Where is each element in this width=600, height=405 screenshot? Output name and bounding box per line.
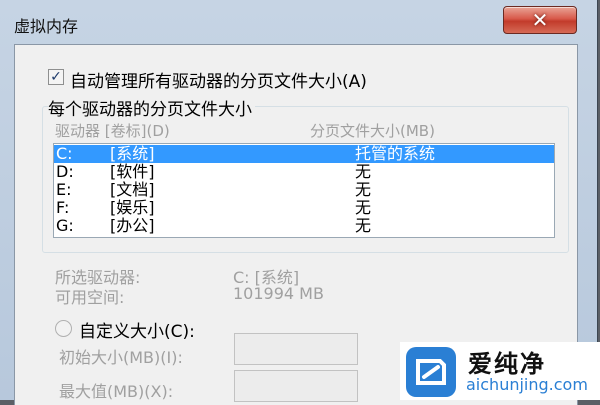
dialog-title: 虚拟内存	[14, 17, 79, 36]
drive-size: 无	[355, 198, 372, 217]
drive-label: [娱乐]	[110, 198, 155, 217]
max-size-input[interactable]	[234, 370, 358, 402]
drive-row-g[interactable]: G: [办公] 无	[54, 217, 554, 235]
drive-label: [文档]	[110, 180, 155, 199]
drive-letter: D:	[56, 162, 74, 181]
column-header-drive: 驱动器 [卷标](D)	[55, 122, 170, 140]
drive-label: [软件]	[110, 162, 155, 181]
drive-row-d[interactable]: D: [软件] 无	[54, 163, 554, 181]
close-icon: ✕	[531, 8, 549, 32]
drive-size: 无	[355, 216, 372, 235]
drive-list[interactable]: C: [系统] 托管的系统 D: [软件] 无 E: [文档] 无 F: [娱乐…	[53, 143, 555, 238]
column-header-size: 分页文件大小(MB)	[310, 122, 435, 140]
close-button[interactable]: ✕	[503, 6, 577, 34]
free-space-value: 101994 MB	[233, 284, 324, 303]
watermark-title: 爱纯净	[468, 350, 546, 378]
drive-row-f[interactable]: F: [娱乐] 无	[54, 199, 554, 217]
site-watermark: 爱纯净 aichunjing.com	[400, 342, 600, 400]
custom-size-radio[interactable]	[55, 320, 72, 337]
custom-size-label[interactable]: 自定义大小(C):	[79, 317, 195, 342]
drive-letter: F:	[56, 198, 70, 217]
drive-row-c[interactable]: C: [系统] 托管的系统	[54, 145, 554, 163]
drive-label: [办公]	[110, 216, 155, 235]
drive-label: [系统]	[110, 144, 155, 163]
drive-letter: C:	[56, 144, 73, 163]
logo-mark-icon	[416, 359, 446, 385]
max-size-label: 最大值(MB)(X):	[59, 382, 174, 401]
drive-size: 托管的系统	[355, 144, 436, 163]
initial-size-input[interactable]	[234, 333, 358, 365]
watermark-url: aichunjing.com	[466, 375, 588, 394]
drive-size: 无	[355, 162, 372, 181]
drive-size: 无	[355, 180, 372, 199]
drive-row-e[interactable]: E: [文档] 无	[54, 181, 554, 199]
auto-manage-checkbox[interactable]: ✓	[48, 69, 64, 85]
site-logo-icon	[406, 347, 456, 397]
free-space-label: 可用空间:	[55, 288, 125, 307]
drives-group-label: 每个驱动器的分页文件大小	[48, 95, 255, 120]
drive-letter: G:	[56, 216, 74, 235]
drive-letter: E:	[56, 180, 72, 199]
auto-manage-label[interactable]: 自动管理所有驱动器的分页文件大小(A)	[70, 67, 367, 92]
title-bar[interactable]: 虚拟内存 ✕	[0, 0, 597, 42]
initial-size-label: 初始大小(MB)(I):	[59, 348, 183, 367]
virtual-memory-dialog: 虚拟内存 ✕ ✓ 自动管理所有驱动器的分页文件大小(A) 每个驱动器的分页文件大…	[0, 0, 598, 405]
